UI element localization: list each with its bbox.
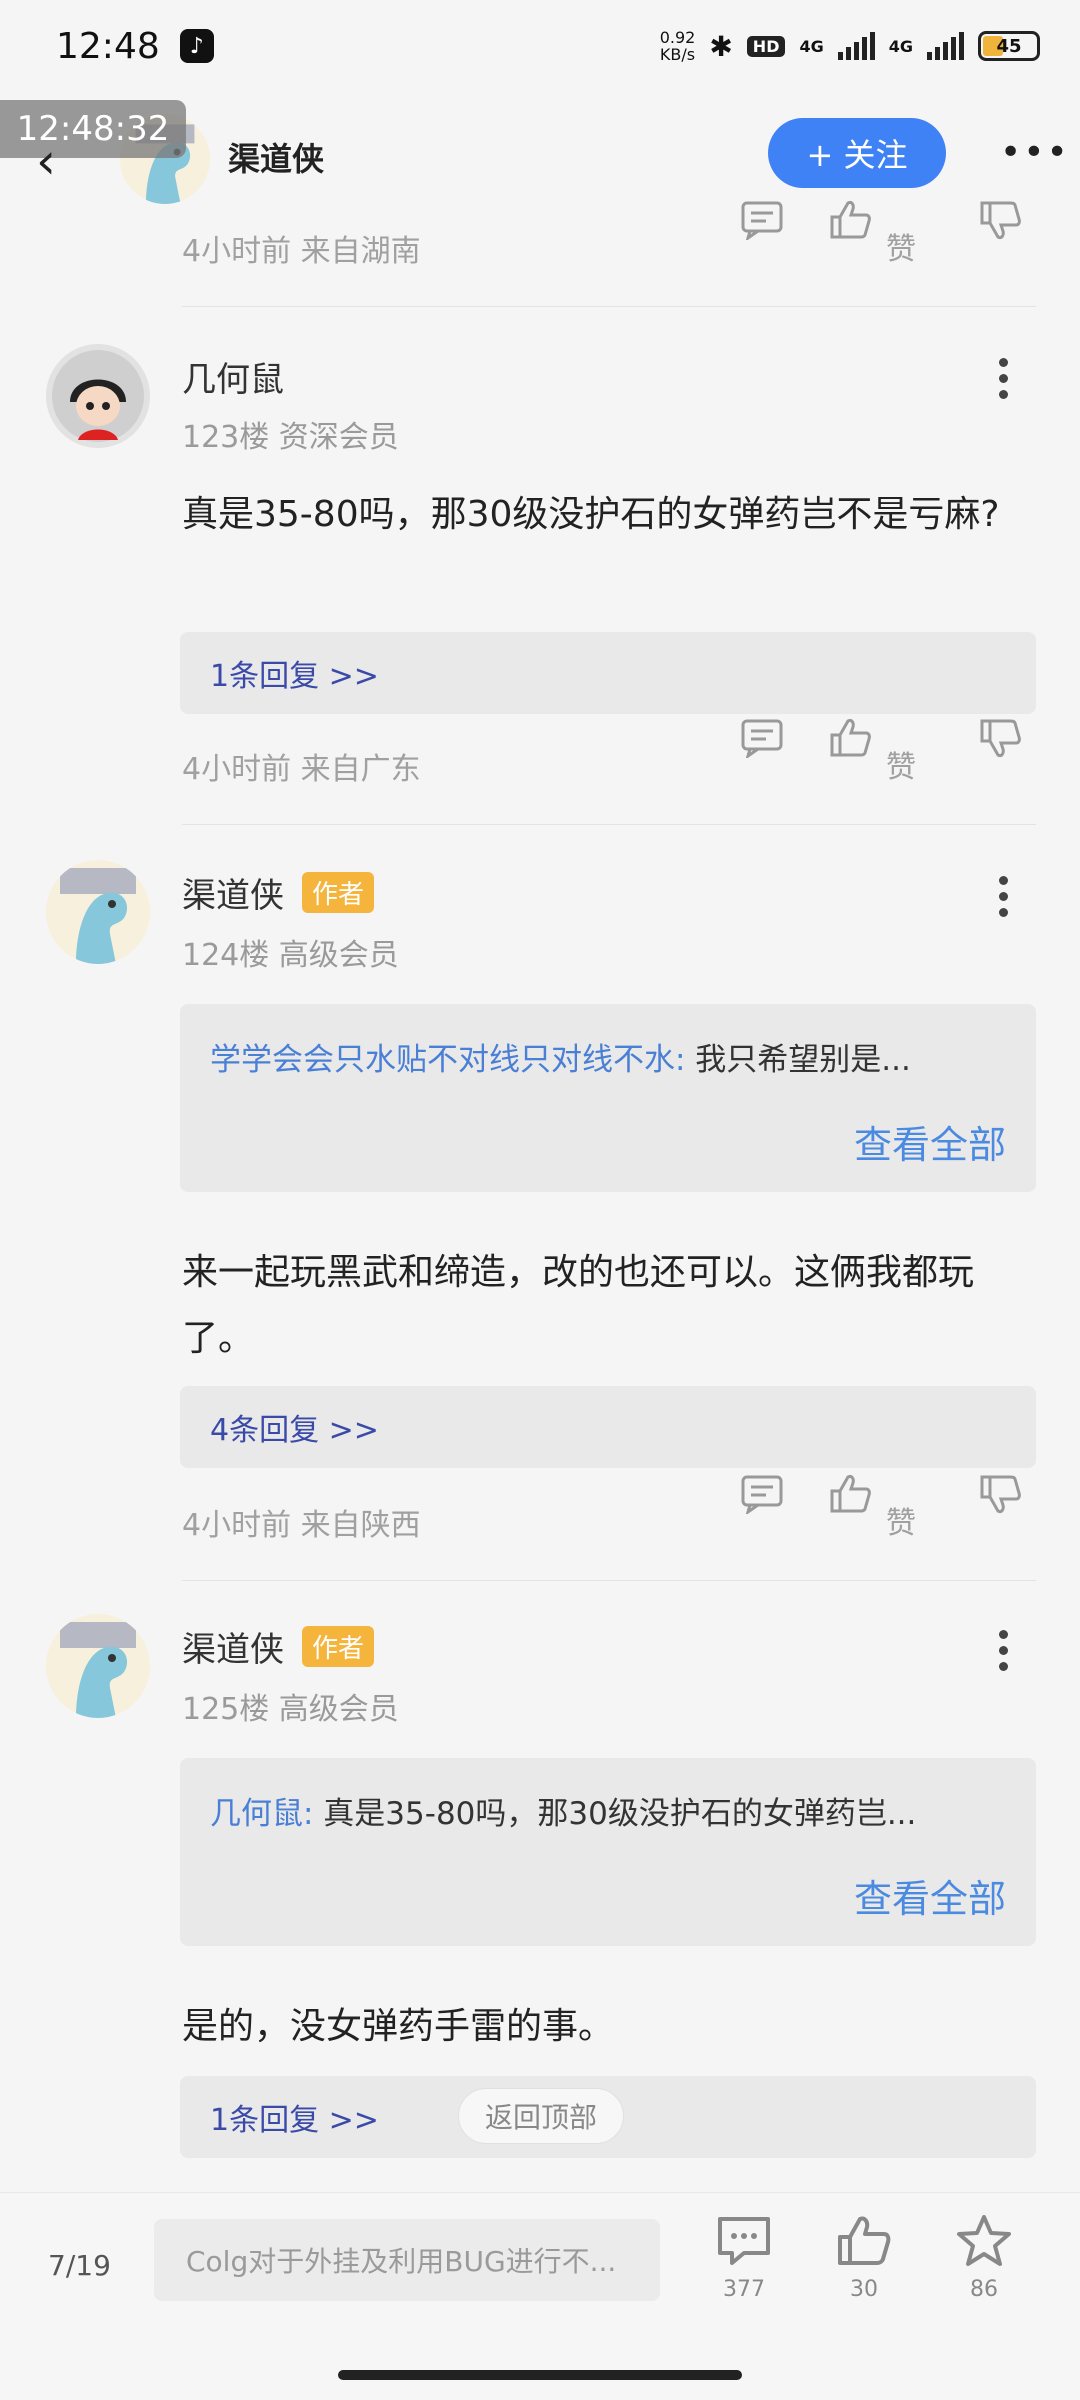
- bottom-bar: 7/19 Colg对于外挂及利用BUG进行不... 377 30 86: [0, 2192, 1080, 2400]
- bluetooth-icon: ✱: [709, 29, 733, 63]
- like-post-button[interactable]: 30: [824, 2213, 904, 2302]
- signal-icon: [837, 32, 875, 60]
- comment-username[interactable]: 几何鼠: [182, 352, 284, 401]
- floor-info: 125楼 高级会员: [182, 1692, 399, 1727]
- comment-meta: 4小时前 来自湖南: [182, 234, 421, 269]
- back-arrow-icon[interactable]: ‹: [36, 132, 56, 190]
- quote-line: 学学会会只水贴不对线只对线不水: 我只希望别是...: [210, 1034, 1000, 1079]
- quote-text: 我只希望别是...: [685, 1042, 911, 1078]
- view-replies-link[interactable]: 4条回复 >>: [180, 1386, 1036, 1468]
- quote-username[interactable]: 几何鼠:: [210, 1796, 313, 1832]
- favorite-button[interactable]: 86: [944, 2213, 1024, 2302]
- net-speed-unit: KB/s: [659, 45, 696, 64]
- comment-text: 真是35-80吗，那30级没护石的女弹药岂不是亏麻?: [182, 494, 1000, 535]
- quote-username[interactable]: 学学会会只水贴不对线只对线不水:: [210, 1042, 685, 1078]
- comment-more-icon[interactable]: [988, 1630, 1018, 1671]
- floor-info: 124楼 高级会员: [182, 938, 399, 973]
- favorites-count: 86: [970, 2277, 998, 2302]
- dislike-icon[interactable]: [978, 199, 1022, 245]
- comments-count: 377: [723, 2277, 765, 2302]
- user-avatar[interactable]: [46, 344, 150, 448]
- like-label[interactable]: 赞: [886, 224, 916, 268]
- likes-count: 30: [850, 2277, 878, 2302]
- quote-text: 真是35-80吗，那30级没护石的女弹药岂...: [313, 1796, 917, 1832]
- comment-input[interactable]: Colg对于外挂及利用BUG进行不...: [154, 2219, 660, 2301]
- author-name[interactable]: 渠道侠: [228, 134, 324, 180]
- author-badge: 作者: [302, 1626, 375, 1667]
- comment-bubble-icon: [718, 2217, 770, 2265]
- comment-more-icon[interactable]: [988, 876, 1018, 917]
- more-options-icon[interactable]: •••: [1000, 132, 1070, 173]
- username-text[interactable]: 渠道侠: [182, 868, 284, 917]
- like-label[interactable]: 赞: [886, 1498, 916, 1542]
- quoted-reply[interactable]: 几何鼠: 真是35-80吗，那30级没护石的女弹药岂... 查看全部: [180, 1758, 1036, 1946]
- comment-username[interactable]: 渠道侠 作者: [182, 1622, 375, 1671]
- author-badge: 作者: [302, 872, 375, 913]
- sim1-label: 4G: [799, 36, 824, 56]
- comment-more-icon[interactable]: [988, 358, 1018, 399]
- sim2-label: 4G: [888, 36, 913, 56]
- back-to-top-button[interactable]: 返回顶部: [458, 2088, 624, 2144]
- star-icon: [957, 2215, 1011, 2266]
- dislike-icon[interactable]: [978, 717, 1022, 763]
- reply-icon[interactable]: [740, 200, 784, 244]
- user-avatar[interactable]: [46, 1614, 150, 1718]
- thumbs-up-icon: [838, 2216, 891, 2265]
- quoted-reply[interactable]: 学学会会只水贴不对线只对线不水: 我只希望别是... 查看全部: [180, 1004, 1036, 1192]
- like-icon[interactable]: [828, 199, 872, 245]
- hd-icon: HD: [746, 35, 786, 57]
- comment-text: 是的，没女弹药手雷的事。: [182, 2006, 615, 2047]
- divider: [182, 824, 1036, 825]
- page-indicator[interactable]: 7/19: [48, 2249, 111, 2282]
- net-speed: 0.92 KB/s: [660, 29, 696, 63]
- like-icon[interactable]: [828, 717, 872, 763]
- signal-icon: [927, 32, 964, 60]
- battery-icon: 45: [978, 31, 1040, 61]
- view-replies-link[interactable]: 1条回复 >>: [180, 632, 1036, 714]
- recording-timestamp: 12:48:32: [0, 100, 186, 158]
- view-all-link[interactable]: 查看全部: [854, 1114, 1006, 1169]
- net-speed-value: 0.92: [659, 28, 696, 47]
- home-indicator[interactable]: [338, 2370, 742, 2380]
- user-avatar[interactable]: [46, 860, 150, 964]
- view-all-link[interactable]: 查看全部: [854, 1868, 1006, 1923]
- username-text[interactable]: 渠道侠: [182, 1622, 284, 1671]
- comment-meta: 4小时前 来自陕西: [182, 1508, 421, 1543]
- floor-info: 123楼 资深会员: [182, 420, 399, 455]
- quote-line: 几何鼠: 真是35-80吗，那30级没护石的女弹药岂...: [210, 1788, 1000, 1833]
- status-icons: 0.92 KB/s ✱ HD 4G 4G 45: [660, 29, 1040, 63]
- reply-icon[interactable]: [740, 1474, 784, 1518]
- comment-text: 来一起玩黑武和缔造，改的也还可以。这俩我都玩了。: [182, 1252, 975, 1359]
- divider: [182, 1580, 1036, 1581]
- comment-meta: 4小时前 来自广东: [182, 752, 421, 787]
- dislike-icon[interactable]: [978, 1473, 1022, 1519]
- comment-username[interactable]: 渠道侠 作者: [182, 868, 375, 917]
- divider: [182, 306, 1036, 307]
- status-bar: 12:48 ♪ 0.92 KB/s ✱ HD 4G 4G 45: [0, 0, 1080, 92]
- battery-level: 45: [996, 35, 1022, 57]
- status-time: 12:48: [56, 25, 160, 67]
- follow-button[interactable]: + 关注: [768, 118, 946, 188]
- tiktok-icon: ♪: [179, 29, 214, 63]
- like-icon[interactable]: [828, 1473, 872, 1519]
- reply-icon[interactable]: [740, 718, 784, 762]
- like-label[interactable]: 赞: [886, 742, 916, 786]
- username-text[interactable]: 几何鼠: [182, 352, 284, 401]
- comments-button[interactable]: 377: [704, 2213, 784, 2302]
